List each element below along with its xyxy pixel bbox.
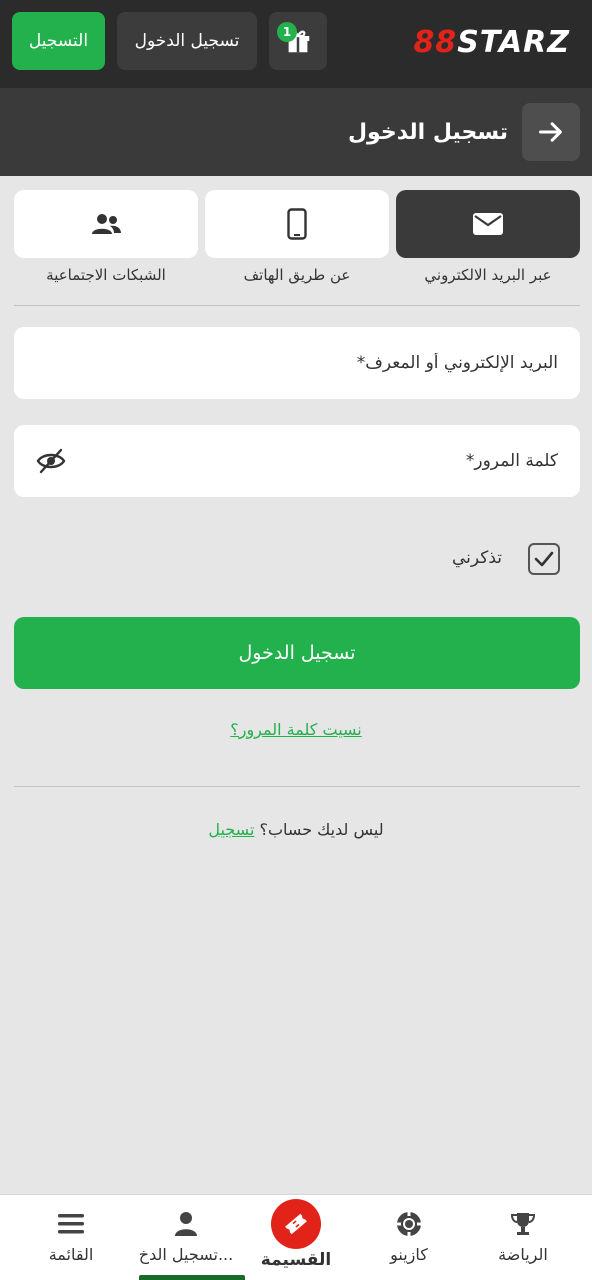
no-account-text: ليس لديك حساب؟ تسجيل [0, 820, 592, 839]
tab-phone[interactable] [205, 190, 389, 258]
back-button[interactable] [522, 103, 580, 161]
gift-button[interactable]: 1 [269, 12, 327, 70]
password-field[interactable] [14, 425, 580, 497]
forgot-password-link[interactable]: نسيت كلمة المرور؟ [0, 720, 592, 739]
logo-word: STARZ [457, 24, 570, 60]
ticket-icon [285, 1213, 307, 1235]
tab-social[interactable] [14, 190, 198, 258]
register-link[interactable]: تسجيل [208, 820, 254, 839]
page-header: تسجيل الدخول [0, 88, 592, 176]
user-icon [175, 1212, 197, 1236]
users-icon [92, 214, 121, 234]
menu-icon [58, 1214, 84, 1234]
check-icon [534, 551, 554, 567]
page-title: تسجيل الدخول [347, 119, 508, 145]
login-button[interactable]: تسجيل الدخول [117, 12, 257, 70]
no-account-label: ليس لديك حساب؟ [259, 820, 384, 839]
login-submit-button[interactable]: تسجيل الدخول [14, 617, 580, 689]
divider [14, 786, 580, 787]
trophy-icon [510, 1213, 536, 1235]
remember-label: تذكرني [451, 548, 502, 568]
tab-social-label: الشبكات الاجتماعية [46, 266, 166, 284]
remember-checkbox[interactable] [528, 543, 560, 575]
nav-coupon-button[interactable] [271, 1199, 321, 1249]
divider [14, 305, 580, 306]
nav-login-label: تسجيل الدخ... [138, 1245, 234, 1264]
nav-coupon-label: القسيمة [260, 1250, 332, 1270]
nav-casino[interactable]: كازينو [350, 1195, 468, 1280]
email-field[interactable] [14, 327, 580, 399]
tab-email-label: عبر البريد الالكتروني [424, 266, 552, 284]
nav-casino-label: كازينو [390, 1245, 428, 1264]
eye-off-icon[interactable] [36, 447, 66, 475]
nav-login[interactable]: تسجيل الدخ... [127, 1195, 245, 1280]
nav-active-indicator [139, 1275, 245, 1280]
tab-email[interactable] [396, 190, 580, 258]
tab-phone-label: عن طريق الهاتف [243, 266, 351, 284]
email-input[interactable] [14, 327, 580, 399]
nav-sports-label: الرياضة [498, 1245, 548, 1264]
nav-menu-label: القائمة [48, 1245, 94, 1264]
logo-mark: 88 [413, 24, 458, 60]
logo[interactable]: 88 STARZ [413, 22, 570, 62]
nav-menu[interactable]: القائمة [12, 1195, 130, 1280]
casino-chip-icon [397, 1212, 421, 1236]
gift-count-badge: 1 [277, 22, 297, 42]
password-input[interactable] [14, 425, 580, 497]
nav-sports[interactable]: الرياضة [464, 1195, 582, 1280]
top-bar: التسجيل تسجيل الدخول 1 88 STARZ [0, 0, 592, 88]
arrow-right-icon [538, 122, 562, 142]
envelope-icon [473, 213, 503, 235]
phone-icon [287, 208, 307, 240]
register-button[interactable]: التسجيل [12, 12, 105, 70]
